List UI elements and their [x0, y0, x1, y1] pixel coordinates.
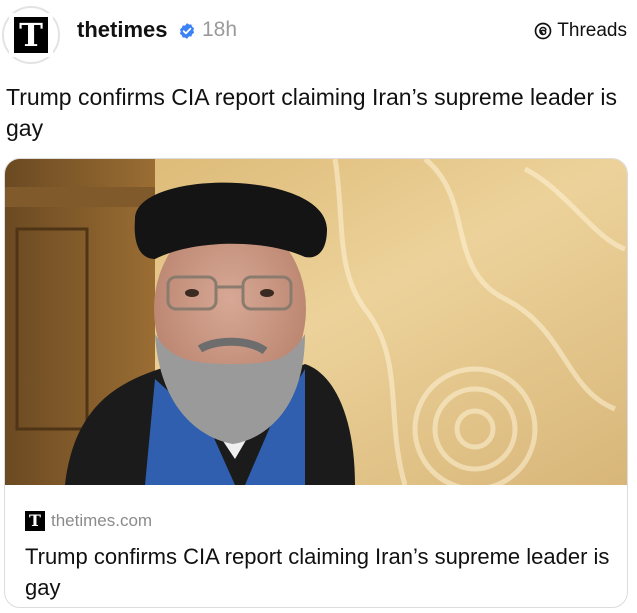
article-photo	[5, 159, 627, 485]
link-source-row: T thetimes.com	[25, 511, 152, 531]
threads-link[interactable]: Threads	[533, 20, 627, 42]
source-logo-icon: T	[25, 511, 45, 531]
author-username[interactable]: thetimes	[77, 17, 167, 43]
post-header: T thetimes 18h Threads	[0, 0, 637, 64]
author-avatar[interactable]: T	[2, 6, 60, 64]
post-text: Trump confirms CIA report claiming Iran’…	[6, 84, 617, 141]
verified-badge-icon	[179, 23, 195, 39]
threads-label: Threads	[557, 20, 627, 41]
link-preview-card[interactable]: T thetimes.com Trump confirms CIA report…	[4, 158, 628, 608]
avatar-letter: T	[14, 17, 48, 53]
link-domain: thetimes.com	[51, 511, 153, 530]
avatar-logo: T	[9, 13, 53, 57]
post-timestamp: 18h	[202, 18, 238, 41]
link-card-meta: T thetimes.com Trump confirms CIA report…	[5, 485, 627, 607]
threads-logo-icon	[534, 22, 552, 40]
link-title[interactable]: Trump confirms CIA report claiming Iran’…	[25, 541, 615, 603]
